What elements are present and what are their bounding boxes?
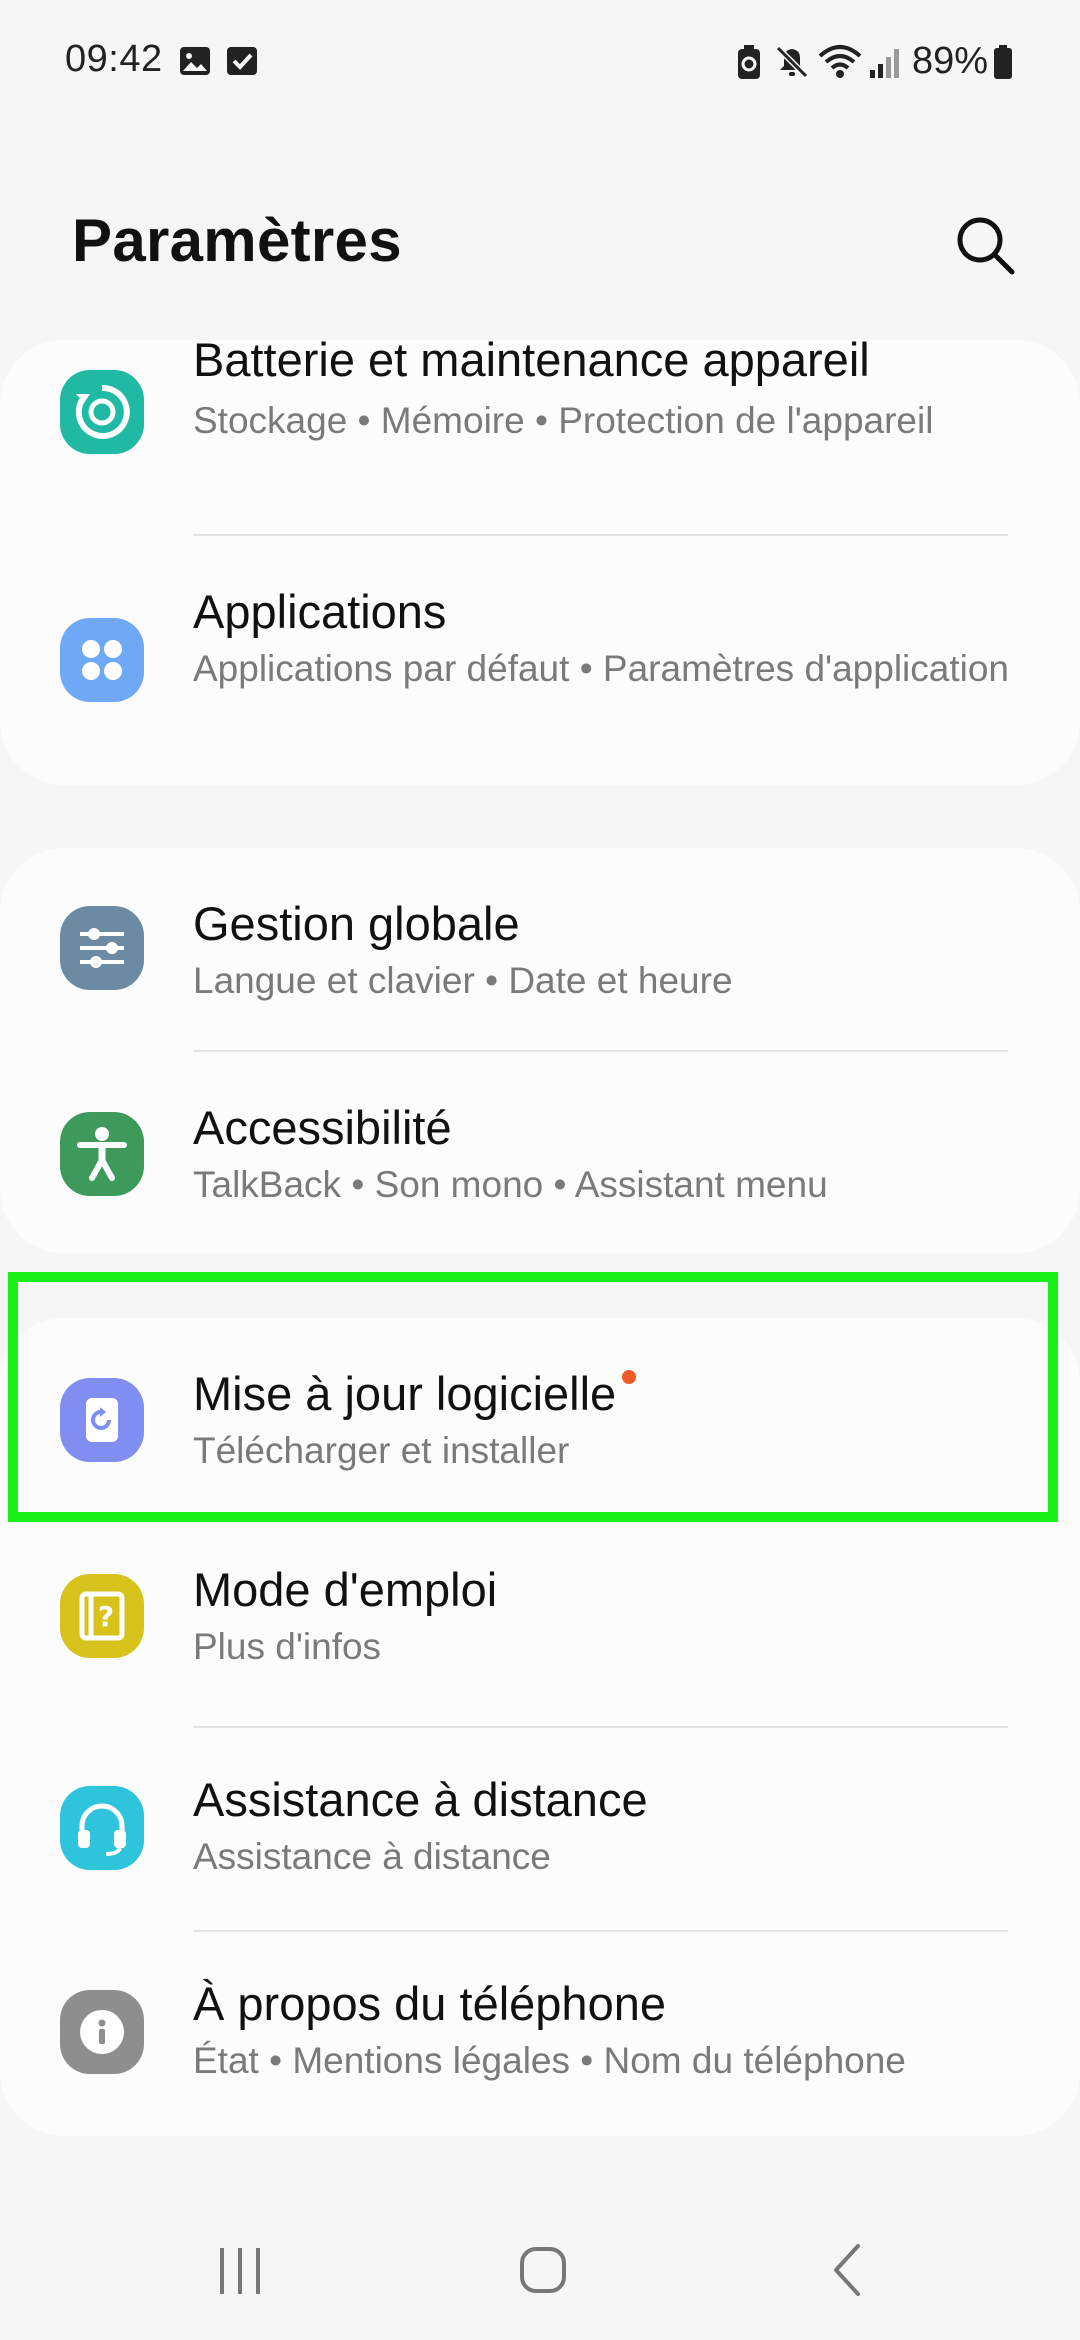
battery-care-icon: [60, 370, 144, 454]
menu-item-subtitle: Stockage • Mémoire • Protection de l'app…: [193, 400, 934, 441]
menu-item-user-manual[interactable]: ? Mode d'emploi Plus d'infos: [0, 1518, 1080, 1728]
menu-item-title: Applications: [193, 585, 447, 638]
menu-item-title: Batterie et maintenance appareil: [193, 333, 870, 386]
apps-grid-icon: [60, 618, 144, 702]
search-button[interactable]: [950, 210, 1020, 280]
menu-item-battery-maintenance[interactable]: Batterie et maintenance appareil Stockag…: [0, 333, 1080, 540]
menu-item-subtitle: Applications par défaut • Paramètres d'a…: [193, 648, 1009, 689]
home-button[interactable]: [493, 2220, 593, 2320]
menu-item-subtitle: Plus d'infos: [193, 1626, 382, 1667]
menu-item-title: Mode d'emploi: [193, 1563, 498, 1616]
status-time: 09:42: [65, 38, 163, 80]
signal-icon: [868, 44, 904, 85]
navigation-bar: [0, 2210, 1080, 2320]
headset-icon: [60, 1786, 144, 1870]
battery-icon: [992, 44, 1014, 85]
home-icon: [520, 2247, 566, 2293]
wifi-icon: [818, 44, 862, 85]
menu-item-subtitle: TalkBack • Son mono • Assistant menu: [193, 1164, 828, 1205]
menu-item-subtitle: Langue et clavier • Date et heure: [193, 960, 733, 1001]
menu-item-subtitle: Assistance à distance: [193, 1836, 551, 1877]
battery-percent: 89%: [912, 40, 989, 82]
menu-item-accessibility[interactable]: Accessibilité TalkBack • Son mono • Assi…: [0, 1052, 1080, 1253]
menu-item-subtitle: État • Mentions légales • Nom du télépho…: [193, 2040, 906, 2081]
menu-item-title: Gestion globale: [193, 897, 520, 950]
recent-apps-button[interactable]: [190, 2220, 290, 2320]
info-icon: [60, 1990, 144, 2074]
menu-item-about-phone[interactable]: À propos du téléphone État • Mentions lé…: [0, 1932, 1080, 2136]
menu-item-title: Assistance à distance: [193, 1773, 648, 1826]
menu-item-title: Accessibilité: [193, 1101, 452, 1154]
svg-text:?: ?: [98, 1600, 114, 1633]
page-title: Paramètres: [72, 207, 402, 274]
image-icon: [178, 44, 212, 83]
status-bar: 09:42 89%: [0, 0, 1080, 128]
menu-item-remote-support[interactable]: Assistance à distance Assistance à dista…: [0, 1728, 1080, 1932]
user-manual-icon: ?: [60, 1574, 144, 1658]
menu-item-general-management[interactable]: Gestion globale Langue et clavier • Date…: [0, 848, 1080, 1050]
back-icon: [834, 2244, 860, 2296]
menu-item-title: À propos du téléphone: [193, 1977, 666, 2030]
check-box-icon: [225, 44, 259, 83]
settings-group-2: Gestion globale Langue et clavier • Date…: [0, 848, 1080, 1253]
back-button[interactable]: [798, 2220, 898, 2320]
battery-saver-icon: [735, 44, 763, 85]
settings-group-1: Batterie et maintenance appareil Stockag…: [0, 333, 1080, 785]
search-icon: [957, 217, 1015, 275]
accessibility-icon: [60, 1112, 144, 1196]
sliders-icon: [60, 906, 144, 990]
recent-apps-icon: [220, 2248, 260, 2294]
highlight-box: [8, 1272, 1058, 1522]
mute-icon: [774, 44, 810, 85]
menu-item-applications[interactable]: Applications Applications par défaut • P…: [0, 536, 1080, 785]
